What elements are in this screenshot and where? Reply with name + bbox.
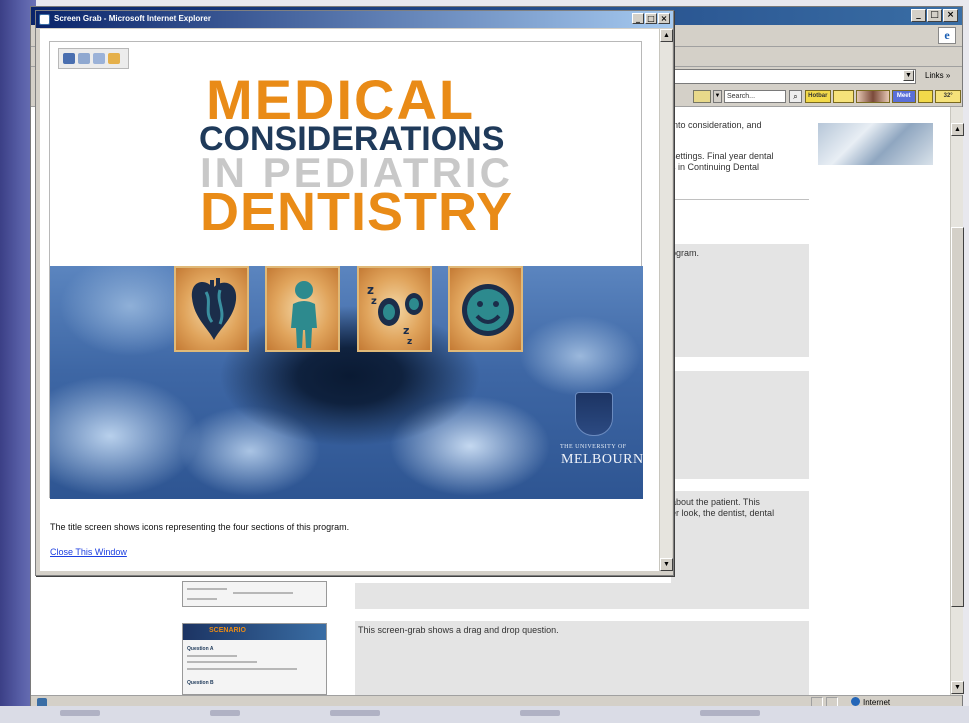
- screen-grab-thumbnail[interactable]: SCENARIO Question A Question B: [182, 623, 327, 695]
- scroll-up-arrow[interactable]: ▲: [951, 123, 964, 136]
- search-input[interactable]: Search...: [724, 90, 786, 103]
- email-icon[interactable]: [93, 53, 105, 64]
- screen-grab-popup-window: Screen Grab - Microsoft Internet Explore…: [35, 10, 674, 576]
- weather-button[interactable]: 32°: [935, 90, 961, 103]
- scroll-down-arrow[interactable]: ▼: [951, 681, 964, 694]
- svg-text:z: z: [371, 296, 377, 307]
- thumbnail-question-b: Question B: [187, 680, 214, 686]
- popup-scrollbar[interactable]: ▲ ▼: [659, 29, 673, 571]
- popup-title-bar: Screen Grab - Microsoft Internet Explore…: [36, 11, 673, 28]
- slide-bottom-strip: [0, 706, 969, 723]
- ie-page-icon: [39, 14, 50, 25]
- folder-icon[interactable]: [108, 53, 120, 64]
- bg-text-row: about the patient. This: [671, 497, 760, 507]
- popup-scroll-up-arrow[interactable]: ▲: [660, 29, 673, 42]
- university-name-small: THE UNIVERSITY OF: [560, 444, 627, 450]
- svg-text:z: z: [407, 337, 412, 347]
- vertical-scrollbar[interactable]: ▲ ▼: [950, 107, 964, 695]
- bg-text-row: s in Continuing Dental: [671, 162, 760, 172]
- screen-grab-thumbnail[interactable]: [182, 581, 327, 607]
- globe-icon: [851, 697, 860, 706]
- ie-logo-icon: e: [938, 27, 956, 44]
- svg-text:z: z: [367, 283, 374, 297]
- hotbar-people-icon[interactable]: [856, 90, 890, 103]
- mail-dropdown-arrow[interactable]: ▼: [713, 90, 722, 103]
- scroll-thumb[interactable]: [951, 227, 964, 607]
- divider: [671, 199, 809, 200]
- popup-maximize-button[interactable]: □: [645, 13, 657, 24]
- heart-icon[interactable]: [174, 266, 249, 352]
- minimize-button[interactable]: _: [911, 9, 926, 22]
- print-icon[interactable]: [78, 53, 90, 64]
- hotbar-toolbar: Hotbar Meet 32°: [805, 90, 961, 103]
- title-screen-image: MEDICAL CONSIDERATIONS IN PEDIATRIC DENT…: [49, 41, 643, 499]
- bg-text-row: into consideration, and: [671, 120, 762, 130]
- popup-window-controls: _ □ ×: [632, 13, 670, 24]
- address-dropdown-arrow[interactable]: ▼: [903, 70, 914, 81]
- popup-title: Screen Grab - Microsoft Internet Explore…: [54, 14, 211, 23]
- image-caption: The title screen shows icons representin…: [50, 522, 350, 532]
- hero-title-dentistry: DENTISTRY: [200, 182, 514, 242]
- bg-text-row: settings. Final year dental: [671, 151, 774, 161]
- background-window-controls: _ □ ×: [911, 9, 958, 22]
- content-box: [671, 371, 809, 479]
- smiley-face-icon[interactable]: [448, 266, 523, 352]
- save-icon[interactable]: [63, 53, 75, 64]
- mail-icon[interactable]: [693, 90, 711, 103]
- university-name-large: MELBOURNE: [561, 452, 643, 467]
- hotbar-icon-2[interactable]: [917, 90, 934, 103]
- image-toolbar: [58, 48, 129, 69]
- thumbnail-title: SCENARIO: [209, 627, 246, 634]
- close-button[interactable]: ×: [943, 9, 958, 22]
- hotbar-button[interactable]: Hotbar: [805, 90, 831, 103]
- links-button[interactable]: Links »: [925, 71, 950, 80]
- bg-text-row: ogram.: [671, 248, 700, 258]
- sleep-icon[interactable]: z z z z: [357, 266, 432, 352]
- svg-text:z: z: [403, 324, 409, 337]
- dental-xray-image: z z z z THE UNIVERSITY OF MELBOURN: [50, 266, 643, 499]
- popup-page: MEDICAL CONSIDERATIONS IN PEDIATRIC DENT…: [40, 29, 659, 571]
- content-box: [671, 244, 809, 357]
- thumbnail-photo: [818, 123, 933, 165]
- close-window-link[interactable]: Close This Window: [50, 547, 127, 557]
- thumbnail-question-a: Question A: [187, 646, 214, 652]
- address-input[interactable]: [671, 69, 916, 84]
- university-crest-icon: [575, 392, 613, 436]
- maximize-button[interactable]: □: [927, 9, 942, 22]
- child-figure-icon[interactable]: [265, 266, 340, 352]
- bg-text-row: This screen-grab shows a drag and drop q…: [358, 625, 559, 635]
- popup-scroll-down-arrow[interactable]: ▼: [660, 558, 673, 571]
- hotbar-icon-1[interactable]: [832, 90, 855, 103]
- content-box: [355, 583, 809, 609]
- search-icon[interactable]: ⌕: [789, 90, 802, 103]
- popup-minimize-button[interactable]: _: [632, 13, 644, 24]
- bg-text-row: er look, the dentist, dental: [671, 508, 775, 518]
- hotbar-meet-button[interactable]: Meet: [891, 90, 916, 103]
- popup-close-button[interactable]: ×: [658, 13, 670, 24]
